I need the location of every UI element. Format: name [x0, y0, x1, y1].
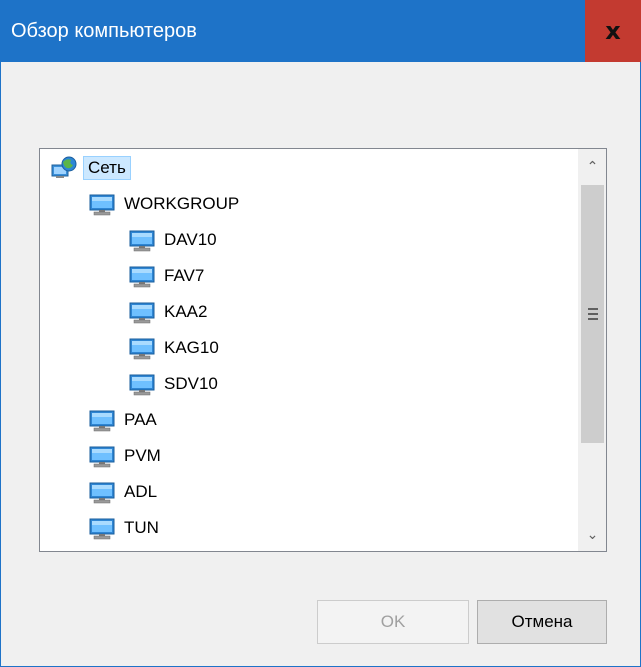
- computer-icon: [88, 480, 116, 504]
- tree-node-label: ADL: [124, 482, 158, 501]
- close-icon: x: [605, 17, 621, 45]
- tree-node-computer[interactable]: SDV10: [128, 367, 218, 401]
- tree-node-label: KAA2: [164, 302, 208, 321]
- chevron-down-icon: ⌄: [586, 525, 599, 542]
- computer-icon: [88, 516, 116, 540]
- titlebar: Обзор компьютеров x: [1, 0, 641, 62]
- tree-node-label: PAA: [124, 410, 157, 429]
- tree-node-label: DAV10: [164, 230, 217, 249]
- computer-icon: [88, 408, 116, 432]
- tree-node-computer[interactable]: ADL: [88, 475, 157, 509]
- tree-node-label: PVM: [124, 446, 161, 465]
- cancel-button[interactable]: Отмена: [477, 600, 607, 644]
- tree-node-computer[interactable]: DAV10: [128, 223, 217, 257]
- chevron-up-icon: ⌃: [586, 157, 599, 174]
- tree-node-label: KAG10: [164, 338, 219, 357]
- computer-icon: [128, 372, 156, 396]
- scroll-thumb[interactable]: [581, 185, 604, 443]
- tree-node-label: FAV7: [164, 266, 205, 285]
- dialog-title: Обзор компьютеров: [11, 20, 197, 42]
- computer-icon: [88, 444, 116, 468]
- network-globe-icon: [50, 156, 78, 180]
- tree-node-network[interactable]: Сеть: [50, 151, 131, 185]
- tree-node-label: SDV10: [164, 374, 218, 393]
- scroll-down-button[interactable]: ⌄: [579, 517, 606, 551]
- computer-tree[interactable]: Сеть WORKGROUP DAV10 FAV7 KAA2 KAG10 SDV…: [39, 148, 607, 552]
- close-button[interactable]: x: [585, 0, 641, 62]
- computer-icon: [128, 300, 156, 324]
- tree-node-computer[interactable]: PAA: [88, 403, 157, 437]
- tree-node-label: Сеть: [83, 156, 131, 180]
- tree-node-computer[interactable]: FAV7: [128, 259, 204, 293]
- grip-icon: [587, 308, 598, 320]
- tree-node-computer[interactable]: KAG10: [128, 331, 219, 365]
- computer-icon: [128, 228, 156, 252]
- browse-computers-dialog: Обзор компьютеров x Сеть WORKGROUP DAV10…: [0, 0, 641, 667]
- tree-content: Сеть WORKGROUP DAV10 FAV7 KAA2 KAG10 SDV…: [40, 149, 579, 551]
- ok-button[interactable]: OK: [317, 600, 469, 644]
- tree-node-workgroup[interactable]: WORKGROUP: [88, 187, 239, 221]
- tree-node-label: TUN: [124, 518, 159, 537]
- scroll-up-button[interactable]: ⌃: [579, 149, 606, 183]
- computer-icon: [128, 264, 156, 288]
- tree-node-computer[interactable]: PVM: [88, 439, 161, 473]
- computer-icon: [128, 336, 156, 360]
- tree-node-label: WORKGROUP: [124, 194, 240, 213]
- tree-node-computer[interactable]: TUN: [88, 511, 159, 545]
- computer-icon: [88, 192, 116, 216]
- vertical-scrollbar[interactable]: ⌃ ⌄: [578, 149, 606, 551]
- tree-node-computer[interactable]: KAA2: [128, 295, 207, 329]
